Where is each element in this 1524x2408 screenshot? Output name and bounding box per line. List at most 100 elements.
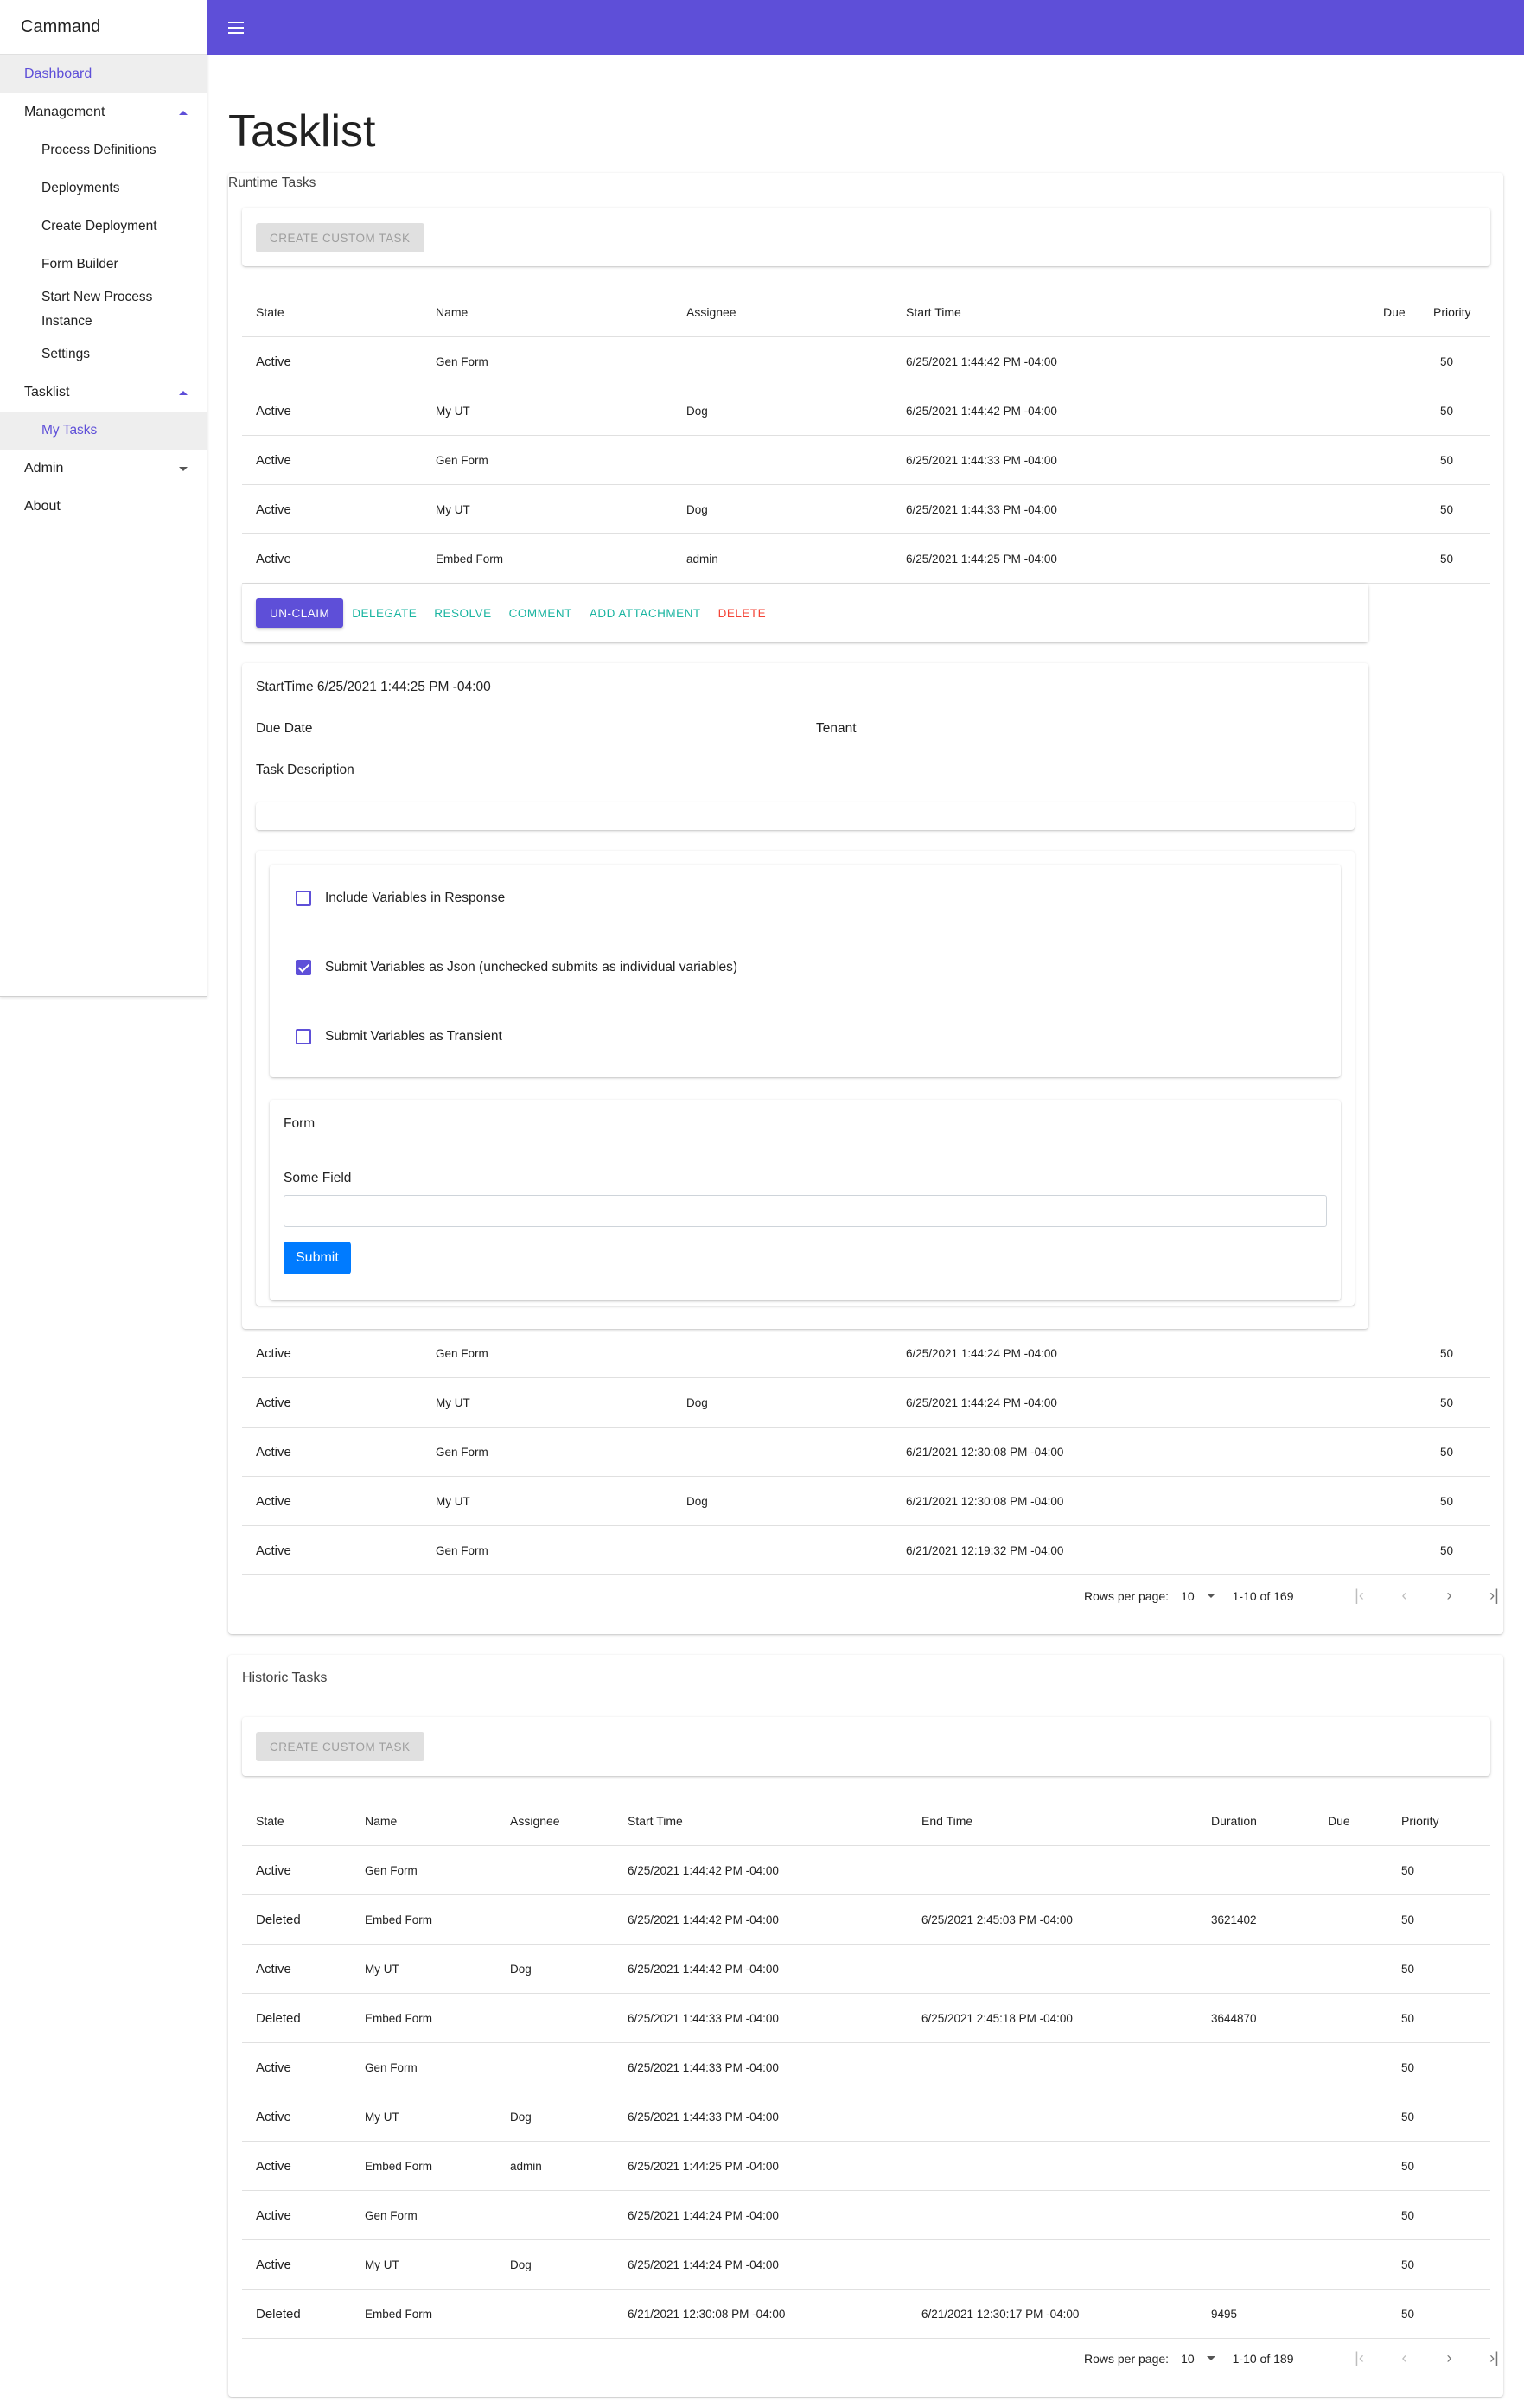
column-header-assignee[interactable]: Assignee bbox=[686, 288, 736, 336]
sidebar-item-tasklist[interactable]: Tasklist bbox=[0, 374, 207, 412]
table-row[interactable]: Active My UT Dog 6/25/2021 1:44:33 PM -04:0… bbox=[242, 485, 1490, 534]
table-row[interactable]: Active My UT Dog 6/25/2021 1:44:24 PM -04:0… bbox=[242, 1378, 1490, 1428]
table-row[interactable]: Active My UT Dog 6/25/2021 1:44:24 PM -04:0… bbox=[242, 2240, 1490, 2290]
column-header-priority[interactable]: Priority bbox=[1401, 1797, 1439, 1845]
table-row[interactable]: Deleted Embed Form 6/25/2021 1:44:33 PM -0… bbox=[242, 1994, 1490, 2043]
historic-toolbar bbox=[242, 1717, 1490, 1776]
table-row[interactable]: Active Gen Form 6/25/2021 1:44:33 PM -04:0… bbox=[242, 436, 1490, 485]
historic-create-custom-task-button[interactable]: CREATE CUSTOM TASK bbox=[256, 1732, 424, 1761]
sidebar-item-management[interactable]: Management bbox=[0, 93, 207, 131]
task-actions: UN-CLAIM DELEGATE RESOLVE COMMENT ADD AT… bbox=[256, 598, 775, 628]
cell-priority: 50 bbox=[1440, 453, 1454, 467]
cell-priority: 50 bbox=[1440, 404, 1454, 418]
next-page-icon[interactable]: › bbox=[1426, 2349, 1471, 2367]
sidebar-item-process-definitions[interactable]: Process Definitions bbox=[0, 131, 207, 169]
create-custom-task-button[interactable]: CREATE CUSTOM TASK bbox=[256, 223, 424, 252]
column-header-state[interactable]: State bbox=[256, 288, 284, 336]
sidebar-item-form-builder[interactable]: Form Builder bbox=[0, 246, 207, 284]
cell-name: Embed Form bbox=[365, 1913, 433, 1926]
delegate-button[interactable]: DELEGATE bbox=[343, 598, 425, 628]
cell-end-time: 6/21/2021 12:30:17 PM -04:00 bbox=[921, 2307, 1080, 2321]
page-title: Tasklist bbox=[228, 106, 376, 156]
cell-start-time: 6/21/2021 12:30:08 PM -04:00 bbox=[628, 2307, 786, 2321]
task-description-box[interactable] bbox=[256, 802, 1355, 830]
menu-icon[interactable] bbox=[228, 22, 244, 34]
last-page-icon[interactable]: ›| bbox=[1471, 1587, 1516, 1605]
column-header-start-time[interactable]: Start Time bbox=[906, 288, 961, 336]
cell-start-time: 6/25/2021 1:44:33 PM -04:00 bbox=[906, 502, 1057, 516]
submit-json-checkbox[interactable] bbox=[296, 960, 311, 975]
column-header-due[interactable]: Due bbox=[1328, 1797, 1350, 1845]
table-row[interactable]: Active Embed Form admin 6/25/2021 1:44:25 P… bbox=[242, 2142, 1490, 2191]
sidebar-item-settings[interactable]: Settings bbox=[0, 335, 207, 374]
table-row[interactable]: Active My UT Dog 6/21/2021 12:30:08 PM -04:… bbox=[242, 1477, 1490, 1526]
cell-priority: 50 bbox=[1401, 2258, 1415, 2271]
include-variables-checkbox[interactable] bbox=[296, 891, 311, 906]
cell-state: Active bbox=[256, 2158, 291, 2174]
column-header-name[interactable]: Name bbox=[365, 1797, 397, 1845]
first-page-icon[interactable]: |‹ bbox=[1336, 1587, 1381, 1605]
comment-button[interactable]: COMMENT bbox=[501, 598, 581, 628]
previous-page-icon[interactable]: ‹ bbox=[1381, 2349, 1426, 2367]
some-field-label: Some Field bbox=[284, 1171, 352, 1185]
column-header-state[interactable]: State bbox=[256, 1797, 284, 1845]
cell-state: Deleted bbox=[256, 2010, 301, 2026]
column-header-start-time[interactable]: Start Time bbox=[628, 1797, 683, 1845]
cell-state: Active bbox=[256, 551, 291, 566]
cell-state: Active bbox=[256, 1493, 291, 1509]
last-page-icon[interactable]: ›| bbox=[1471, 2349, 1516, 2367]
table-row[interactable]: Deleted Embed Form 6/21/2021 12:30:08 PM -… bbox=[242, 2290, 1490, 2339]
sidebar-item-create-deployment[interactable]: Create Deployment bbox=[0, 208, 207, 246]
table-row[interactable]: Active Gen Form 6/25/2021 1:44:24 PM -04:0… bbox=[242, 2191, 1490, 2240]
submit-transient-label: Submit Variables as Transient bbox=[325, 1029, 502, 1044]
cell-start-time: 6/25/2021 1:44:33 PM -04:00 bbox=[628, 2060, 779, 2074]
cell-priority: 50 bbox=[1401, 2208, 1415, 2222]
cell-state: Active bbox=[256, 1345, 291, 1361]
table-row[interactable]: Active Gen Form 6/25/2021 1:44:42 PM -04:0… bbox=[242, 1846, 1490, 1895]
table-row[interactable]: Active Gen Form 6/25/2021 1:44:42 PM -04:0… bbox=[242, 337, 1490, 386]
sidebar-item-admin[interactable]: Admin bbox=[0, 450, 207, 488]
add-attachment-button[interactable]: ADD ATTACHMENT bbox=[581, 598, 710, 628]
delete-button[interactable]: DELETE bbox=[710, 598, 775, 628]
chevron-down-icon bbox=[179, 466, 188, 471]
sidebar-item-start-new-process-instance[interactable]: Start New Process Instance bbox=[0, 284, 207, 335]
table-row[interactable]: Active Gen Form 6/25/2021 1:44:33 PM -04:0… bbox=[242, 2043, 1490, 2092]
cell-priority: 50 bbox=[1401, 2110, 1415, 2124]
sidebar-item-about[interactable]: About bbox=[0, 488, 207, 526]
table-row[interactable]: Active My UT Dog 6/25/2021 1:44:42 PM -04:0… bbox=[242, 386, 1490, 436]
cell-start-time: 6/21/2021 12:30:08 PM -04:00 bbox=[906, 1445, 1064, 1459]
table-row[interactable]: Deleted Embed Form 6/25/2021 1:44:42 PM -0… bbox=[242, 1895, 1490, 1945]
unclaim-button[interactable]: UN-CLAIM bbox=[256, 598, 344, 628]
column-header-assignee[interactable]: Assignee bbox=[510, 1797, 560, 1845]
table-row[interactable]: Active Gen Form 6/21/2021 12:30:08 PM -04:… bbox=[242, 1428, 1490, 1477]
cell-start-time: 6/25/2021 1:44:25 PM -04:00 bbox=[628, 2159, 779, 2173]
table-row[interactable]: Active Gen Form 6/21/2021 12:19:32 PM -04:… bbox=[242, 1526, 1490, 1575]
table-row[interactable]: Active My UT Dog 6/25/2021 1:44:42 PM -04:0… bbox=[242, 1945, 1490, 1994]
table-row[interactable]: Active Gen Form 6/25/2021 1:44:24 PM -04:0… bbox=[242, 1329, 1490, 1378]
next-page-icon[interactable]: › bbox=[1426, 1587, 1471, 1605]
column-header-name[interactable]: Name bbox=[436, 288, 468, 336]
column-header-priority[interactable]: Priority bbox=[1433, 288, 1471, 336]
table-row[interactable]: Active Embed Form admin 6/25/2021 1:44:25 P… bbox=[242, 534, 1490, 584]
cell-name: Gen Form bbox=[365, 2208, 418, 2222]
some-field-input[interactable] bbox=[284, 1195, 1327, 1227]
sidebar-item-label: Settings bbox=[41, 347, 91, 361]
previous-page-icon[interactable]: ‹ bbox=[1381, 1587, 1426, 1605]
rows-per-page-select[interactable]: 10 bbox=[1181, 2352, 1215, 2366]
column-header-duration[interactable]: Duration bbox=[1211, 1797, 1257, 1845]
resolve-button[interactable]: RESOLVE bbox=[425, 598, 500, 628]
sidebar-item-my-tasks[interactable]: My Tasks bbox=[0, 412, 207, 450]
submit-button[interactable]: Submit bbox=[284, 1242, 351, 1274]
first-page-icon[interactable]: |‹ bbox=[1336, 2349, 1381, 2367]
sidebar-item-deployments[interactable]: Deployments bbox=[0, 169, 207, 208]
sidebar-item-dashboard[interactable]: Dashboard bbox=[0, 55, 207, 93]
cell-name: Gen Form bbox=[365, 2060, 418, 2074]
cell-state: Active bbox=[256, 2257, 291, 2272]
runtime-tasks-label: Runtime Tasks bbox=[228, 176, 316, 190]
submit-transient-checkbox[interactable] bbox=[296, 1029, 311, 1044]
column-header-due[interactable]: Due bbox=[1383, 288, 1406, 336]
column-header-end-time[interactable]: End Time bbox=[921, 1797, 972, 1845]
table-row[interactable]: Active My UT Dog 6/25/2021 1:44:33 PM -04:0… bbox=[242, 2092, 1490, 2142]
rows-per-page-select[interactable]: 10 bbox=[1181, 1589, 1215, 1603]
page-range: 1-10 of 169 bbox=[1232, 1588, 1294, 1603]
